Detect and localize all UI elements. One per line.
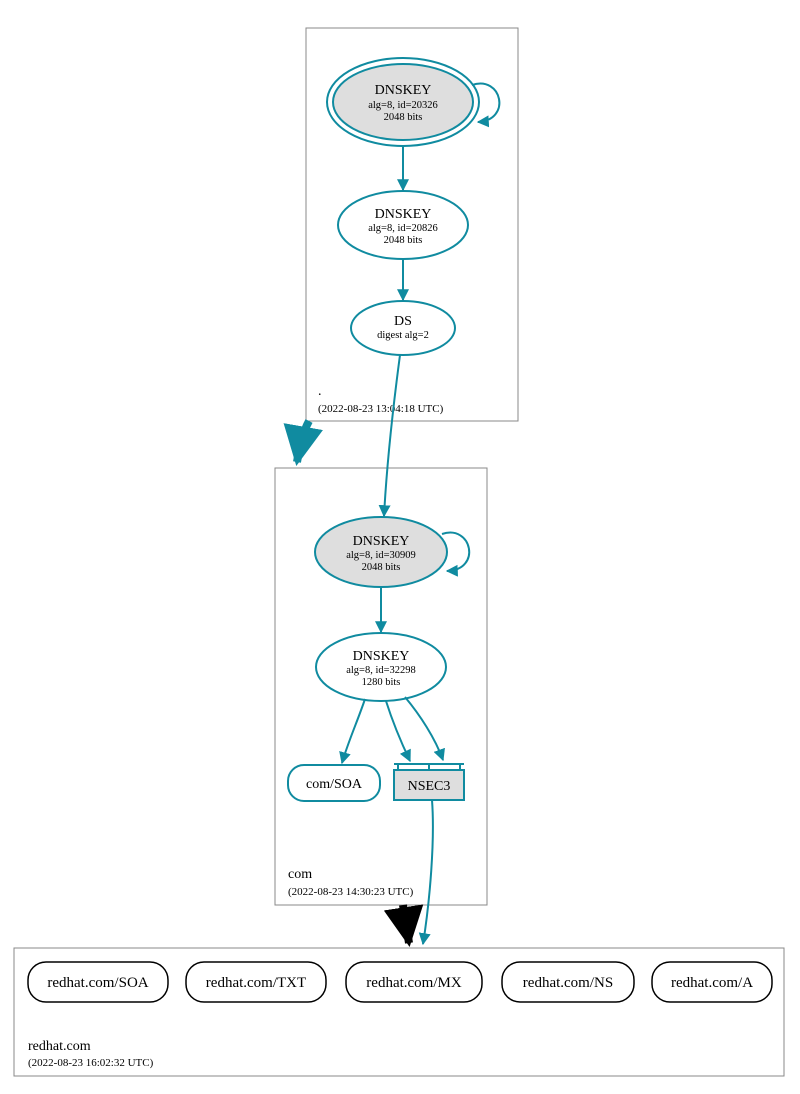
svg-text:alg=8, id=20826: alg=8, id=20826 bbox=[368, 223, 438, 234]
svg-text:2048 bits: 2048 bits bbox=[384, 112, 423, 123]
dnssec-diagram: . (2022-08-23 13:04:18 UTC) DNSKEY alg=8… bbox=[0, 0, 800, 1094]
zone-redhat-name: redhat.com bbox=[28, 1039, 91, 1054]
root-ksk-node[interactable]: DNSKEY alg=8, id=20326 2048 bits bbox=[327, 58, 479, 146]
svg-text:alg=8, id=32298: alg=8, id=32298 bbox=[346, 665, 416, 676]
zone-root-timestamp: (2022-08-23 13:04:18 UTC) bbox=[318, 403, 444, 415]
svg-text:DNSKEY: DNSKEY bbox=[375, 83, 432, 98]
redhat-a-node[interactable]: redhat.com/A bbox=[652, 962, 772, 1002]
edge-ds-to-com-ksk bbox=[384, 355, 400, 516]
zone-com: com (2022-08-23 14:30:23 UTC) DNSKEY alg… bbox=[275, 468, 487, 905]
svg-text:alg=8, id=20326: alg=8, id=20326 bbox=[368, 100, 438, 111]
svg-text:2048 bits: 2048 bits bbox=[384, 235, 423, 246]
svg-text:DNSKEY: DNSKEY bbox=[353, 649, 410, 664]
svg-text:NSEC3: NSEC3 bbox=[408, 779, 451, 794]
svg-text:com/SOA: com/SOA bbox=[306, 777, 363, 792]
redhat-soa-node[interactable]: redhat.com/SOA bbox=[28, 962, 168, 1002]
edge-root-to-com-zone bbox=[297, 421, 309, 462]
edge-com-to-redhat-zone bbox=[403, 905, 409, 943]
svg-text:digest alg=2: digest alg=2 bbox=[377, 330, 429, 341]
redhat-txt-node[interactable]: redhat.com/TXT bbox=[186, 962, 326, 1002]
edge-com-zsk-nsec3-2 bbox=[405, 697, 443, 760]
svg-text:alg=8, id=30909: alg=8, id=30909 bbox=[346, 550, 416, 561]
com-nsec3-node[interactable]: NSEC3 bbox=[394, 764, 464, 800]
edge-com-zsk-nsec3-1 bbox=[386, 701, 410, 761]
zone-com-timestamp: (2022-08-23 14:30:23 UTC) bbox=[288, 886, 414, 898]
zone-redhat: redhat.com (2022-08-23 16:02:32 UTC) red… bbox=[14, 948, 784, 1076]
root-ds-node[interactable]: DS digest alg=2 bbox=[351, 301, 455, 355]
com-zsk-node[interactable]: DNSKEY alg=8, id=32298 1280 bits bbox=[316, 633, 446, 701]
com-ksk-node[interactable]: DNSKEY alg=8, id=30909 2048 bits bbox=[315, 517, 447, 587]
edge-com-zsk-soa bbox=[342, 699, 365, 763]
svg-text:redhat.com/MX: redhat.com/MX bbox=[366, 975, 462, 991]
root-zsk-node[interactable]: DNSKEY alg=8, id=20826 2048 bits bbox=[338, 191, 468, 259]
zone-root-name: . bbox=[318, 384, 322, 399]
svg-text:DNSKEY: DNSKEY bbox=[353, 534, 410, 549]
svg-text:DS: DS bbox=[394, 314, 412, 329]
svg-text:redhat.com/TXT: redhat.com/TXT bbox=[206, 975, 306, 991]
com-soa-node[interactable]: com/SOA bbox=[288, 765, 380, 801]
svg-text:1280 bits: 1280 bits bbox=[362, 677, 401, 688]
svg-text:2048 bits: 2048 bits bbox=[362, 562, 401, 573]
redhat-mx-node[interactable]: redhat.com/MX bbox=[346, 962, 482, 1002]
svg-text:redhat.com/A: redhat.com/A bbox=[671, 975, 753, 991]
svg-text:redhat.com/NS: redhat.com/NS bbox=[523, 975, 613, 991]
zone-root: . (2022-08-23 13:04:18 UTC) DNSKEY alg=8… bbox=[306, 28, 518, 421]
zone-com-name: com bbox=[288, 867, 312, 882]
redhat-ns-node[interactable]: redhat.com/NS bbox=[502, 962, 634, 1002]
zone-redhat-timestamp: (2022-08-23 16:02:32 UTC) bbox=[28, 1057, 154, 1069]
svg-text:redhat.com/SOA: redhat.com/SOA bbox=[47, 975, 148, 991]
edge-nsec3-to-redhat bbox=[423, 800, 433, 944]
svg-text:DNSKEY: DNSKEY bbox=[375, 207, 432, 222]
